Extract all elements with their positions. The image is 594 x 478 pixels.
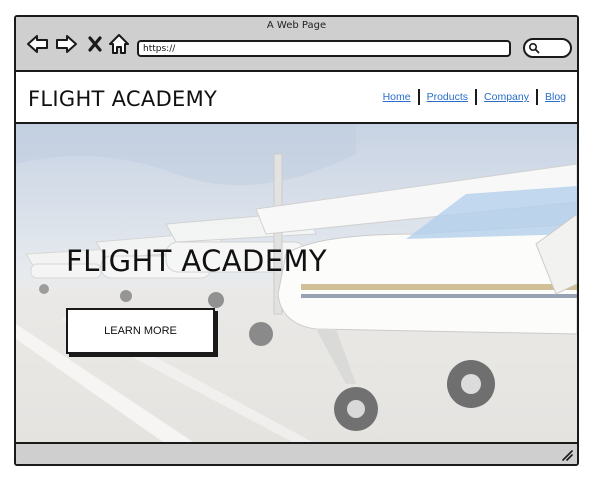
nav-link-blog[interactable]: Blog bbox=[545, 91, 566, 103]
address-bar[interactable] bbox=[137, 40, 511, 57]
browser-toolbar: A Web Page bbox=[16, 17, 577, 72]
learn-more-button[interactable]: LEARN MORE bbox=[66, 308, 215, 354]
brand-logo-text[interactable]: FLIGHT ACADEMY bbox=[28, 87, 217, 111]
hero-airplanes-image bbox=[16, 124, 577, 444]
site-header: FLIGHT ACADEMY Home Products Company Blo… bbox=[16, 72, 577, 124]
nav-divider bbox=[475, 89, 478, 105]
resize-grip-icon[interactable] bbox=[561, 449, 573, 461]
nav-divider bbox=[535, 89, 538, 105]
forward-arrow-icon[interactable] bbox=[54, 33, 78, 55]
nav-link-company[interactable]: Company bbox=[484, 91, 529, 103]
browser-window: A Web Page FLIGHT ACADEMY Home Products bbox=[14, 15, 579, 466]
browser-search-box[interactable] bbox=[523, 38, 572, 58]
nav-link-home[interactable]: Home bbox=[383, 91, 411, 103]
hero-title: FLIGHT ACADEMY bbox=[66, 244, 328, 278]
search-icon bbox=[528, 42, 540, 54]
nav-link-products[interactable]: Products bbox=[427, 91, 468, 103]
hero-section: FLIGHT ACADEMY LEARN MORE bbox=[16, 124, 577, 444]
home-icon[interactable] bbox=[107, 33, 131, 55]
back-arrow-icon[interactable] bbox=[26, 33, 50, 55]
status-bar bbox=[16, 442, 577, 464]
site-nav: Home Products Company Blog bbox=[383, 89, 566, 105]
close-x-icon[interactable] bbox=[84, 33, 108, 55]
window-title: A Web Page bbox=[266, 20, 327, 31]
nav-divider bbox=[417, 89, 420, 105]
